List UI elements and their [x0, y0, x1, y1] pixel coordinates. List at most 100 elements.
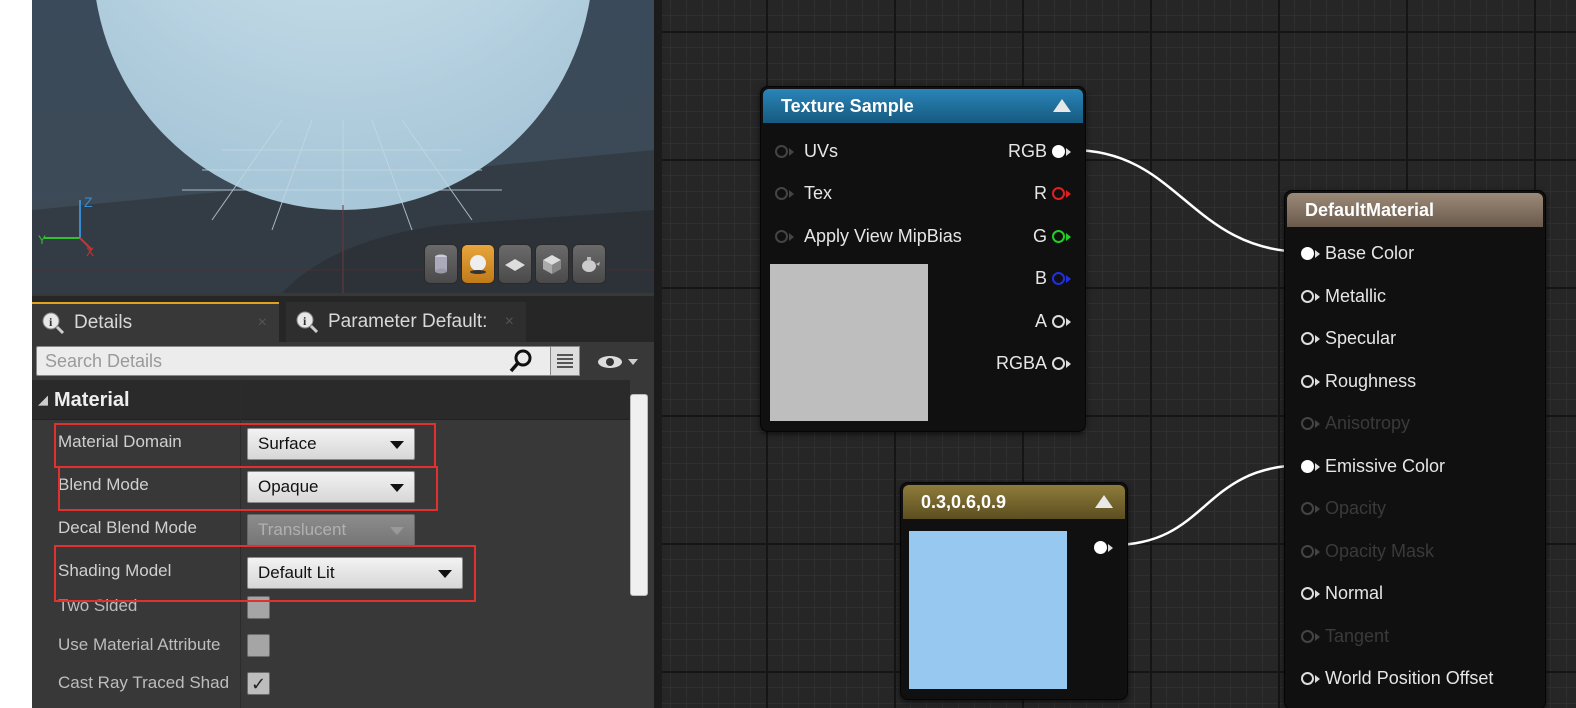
input-pin-uvs[interactable]: UVs: [775, 141, 838, 162]
teapot-preview-button[interactable]: [572, 244, 606, 284]
tab-details[interactable]: i Details ×: [32, 302, 279, 342]
pin-label: RGB: [1007, 141, 1047, 161]
cube-icon: [543, 255, 561, 274]
output-pin-a[interactable]: A: [1035, 311, 1071, 332]
axis-x-label: X: [86, 245, 94, 259]
texture-preview: [770, 264, 928, 421]
search-icon[interactable]: [508, 348, 534, 374]
axis-z-label: Z: [84, 194, 93, 210]
input-pin-apply-view-mipbias[interactable]: Apply View MipBias: [775, 226, 962, 247]
preview-viewport[interactable]: Z Y X: [32, 0, 654, 293]
pin-circle-icon: [1301, 290, 1314, 303]
search-details-input[interactable]: Search Details: [36, 346, 576, 376]
output-pin-color[interactable]: [1094, 537, 1113, 558]
pin-circle-icon: [1301, 332, 1314, 345]
pin-circle-icon: [1052, 187, 1065, 200]
details-scrollbar[interactable]: [630, 390, 650, 600]
close-icon[interactable]: ×: [505, 313, 514, 331]
output-pin-b[interactable]: B: [1035, 268, 1071, 289]
pin-label: Opacity Mask: [1325, 541, 1435, 561]
pin-circle-icon: [1301, 545, 1314, 558]
cube-preview-button[interactable]: [535, 244, 569, 284]
info-icon: i: [42, 312, 64, 334]
texture-sample-node[interactable]: Texture Sample UVs Tex Apply View MipBia…: [760, 86, 1086, 432]
input-pin-specular[interactable]: Specular: [1301, 328, 1396, 349]
sphere-preview-button[interactable]: [461, 244, 495, 284]
constant3vector-node[interactable]: 0.3,0.6,0.9: [900, 482, 1128, 700]
pin-circle-icon: [1094, 541, 1107, 554]
property-label: Use Material Attribute: [58, 635, 221, 654]
property-matrix-button[interactable]: [550, 346, 580, 376]
property-row-cast-ray-traced-shadows: Cast Ray Traced Shad ✓: [32, 670, 630, 708]
pin-label: Specular: [1325, 328, 1397, 348]
property-label: Decal Blend Mode: [58, 518, 197, 537]
pin-label: Anisotropy: [1325, 413, 1411, 433]
pin-label: Tangent: [1325, 626, 1390, 646]
plane-preview-button[interactable]: [498, 244, 532, 284]
input-pin-roughness[interactable]: Roughness: [1301, 371, 1416, 392]
node-title: DefaultMaterial: [1305, 200, 1435, 220]
left-panel: Z Y X i Details × i Parameter Default: ×…: [32, 0, 654, 708]
collapse-triangle-icon[interactable]: [1095, 495, 1113, 508]
color-preview: [909, 531, 1067, 689]
cylinder-icon: [435, 254, 447, 274]
node-header[interactable]: DefaultMaterial: [1287, 193, 1543, 227]
pin-circle-icon: [1052, 357, 1065, 370]
pin-label: Apply View MipBias: [804, 226, 962, 246]
output-pin-rgba[interactable]: RGBA: [996, 353, 1071, 374]
cylinder-preview-button[interactable]: [424, 244, 458, 284]
info-icon: i: [296, 311, 318, 333]
property-row-decal-blend-mode: Decal Blend Mode Translucent: [32, 506, 630, 549]
use-material-attributes-checkbox[interactable]: [247, 634, 270, 657]
pin-circle-icon: [1301, 417, 1314, 430]
dropdown-value: Translucent: [258, 520, 347, 539]
preview-shape-buttons: [424, 244, 606, 284]
tab-details-label: Details: [74, 312, 133, 333]
close-icon[interactable]: ×: [258, 314, 267, 332]
output-pin-r[interactable]: R: [1034, 183, 1071, 204]
collapse-triangle-icon[interactable]: [1053, 99, 1071, 112]
panel-separator[interactable]: [654, 0, 662, 708]
section-title: Material: [54, 389, 130, 411]
decal-blend-mode-dropdown: Translucent: [247, 514, 415, 546]
output-pin-rgb[interactable]: RGB: [1008, 141, 1071, 162]
axis-y-label: Y: [38, 233, 46, 247]
input-pin-base-color[interactable]: Base Color: [1301, 243, 1414, 264]
scrollbar-thumb[interactable]: [630, 394, 648, 596]
eye-visibility-icon[interactable]: [596, 352, 640, 372]
pin-circle-icon: [1301, 587, 1314, 600]
input-pin-tex[interactable]: Tex: [775, 183, 832, 204]
material-result-node[interactable]: DefaultMaterial Base Color Metallic Spec…: [1284, 190, 1546, 708]
highlight-box: [54, 545, 476, 602]
node-header[interactable]: Texture Sample: [763, 89, 1083, 123]
cast-ray-traced-shadows-checkbox[interactable]: ✓: [247, 672, 270, 695]
input-pin-world-position-offset[interactable]: World Position Offset: [1301, 668, 1493, 689]
input-pin-anisotropy: Anisotropy: [1301, 413, 1410, 434]
pin-label: Metallic: [1325, 286, 1387, 306]
grid-icon: [557, 354, 573, 368]
tab-parameter-defaults[interactable]: i Parameter Default: ×: [286, 302, 526, 342]
sphere-icon: [470, 255, 486, 274]
pin-circle-icon: [1301, 460, 1314, 473]
pin-circle-icon: [1301, 375, 1314, 388]
input-pin-normal[interactable]: Normal: [1301, 583, 1383, 604]
material-section-header[interactable]: ◢ Material: [32, 380, 630, 420]
input-pin-tangent: Tangent: [1301, 626, 1389, 647]
input-pin-emissive-color[interactable]: Emissive Color: [1301, 456, 1445, 477]
teapot-icon: [582, 257, 600, 272]
pin-label: Base Color: [1325, 243, 1415, 263]
pin-circle-icon: [1052, 315, 1065, 328]
node-title: 0.3,0.6,0.9: [921, 492, 1007, 512]
collapse-arrow-icon[interactable]: ◢: [38, 392, 48, 408]
pin-circle-icon: [775, 187, 788, 200]
pin-label: RGBA: [995, 353, 1047, 373]
pin-circle-icon: [1301, 247, 1314, 260]
material-editor: Z Y X i Details × i Parameter Default: ×…: [0, 0, 1576, 708]
property-row-use-material-attributes: Use Material Attribute: [32, 632, 630, 670]
node-title: Texture Sample: [781, 96, 914, 116]
pin-label: B: [1034, 268, 1047, 288]
highlight-box: [58, 466, 438, 511]
input-pin-metallic[interactable]: Metallic: [1301, 286, 1386, 307]
node-header[interactable]: 0.3,0.6,0.9: [903, 485, 1125, 519]
output-pin-g[interactable]: G: [1033, 226, 1071, 247]
